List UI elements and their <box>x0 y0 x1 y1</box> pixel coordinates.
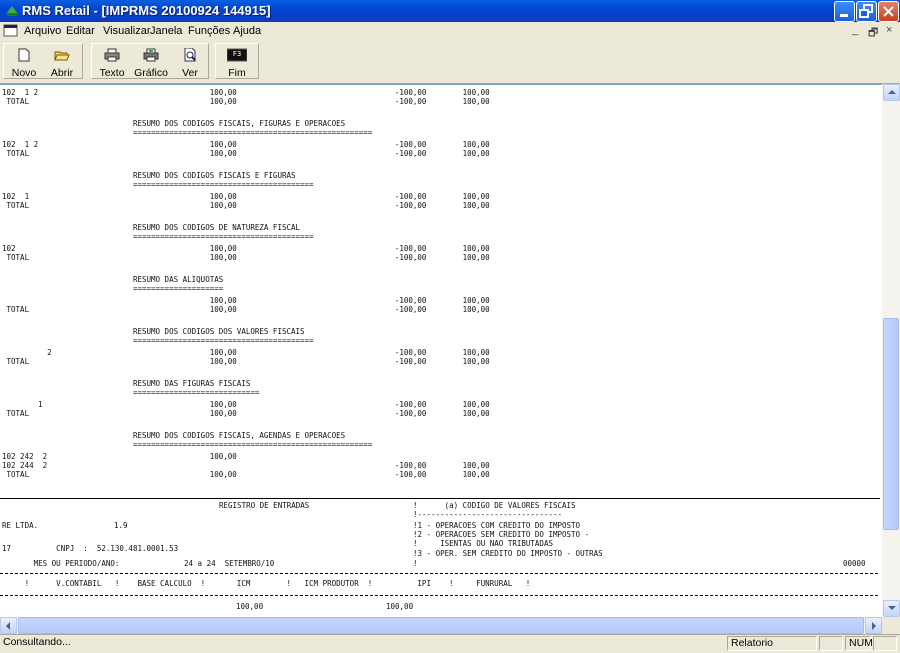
close-icon <box>883 6 894 17</box>
horizontal-scrollbar[interactable] <box>0 617 882 634</box>
ver-button[interactable]: Ver <box>172 46 208 80</box>
minimize-button[interactable] <box>834 1 855 22</box>
menu-bar: Arquivo Editar Visualizar Janela Funções… <box>0 22 900 40</box>
report-line: ============================ <box>2 388 260 397</box>
separator-line <box>0 498 880 499</box>
arrow-up-icon <box>888 90 896 94</box>
report-line: ======================================== <box>2 336 314 345</box>
column-header: ! V.CONTABIL ! BASE CALCULO ! ICM ! ICM … <box>2 579 531 588</box>
report-line: ========================================… <box>2 128 373 137</box>
page-number: 00000 <box>843 559 866 568</box>
company-code: 1.9 <box>114 521 128 530</box>
dash-line-bottom <box>0 595 880 596</box>
abrir-label: Abrir <box>50 67 74 79</box>
toolbar-group-file: Novo Abrir <box>3 43 83 79</box>
report-line: TOTAL 100,00 -100,00 100,00 <box>2 253 490 262</box>
scroll-thumb[interactable] <box>883 318 899 530</box>
report-line: ======================================== <box>2 180 314 189</box>
scroll-up-button[interactable] <box>883 84 900 101</box>
new-document-icon <box>18 48 30 62</box>
texto-label: Texto <box>99 67 125 79</box>
report-line: TOTAL 100,00 -100,00 100,00 <box>2 409 490 418</box>
report-line: TOTAL 100,00 -100,00 100,00 <box>2 201 490 210</box>
title-bar: RMS Retail - [IMPRMS 20100924 144915] <box>0 0 900 22</box>
scroll-right-button[interactable] <box>865 617 882 634</box>
minimize-icon <box>840 14 848 17</box>
report-line: TOTAL 100,00 -100,00 100,00 <box>2 470 490 479</box>
register-title: REGISTRO DE ENTRADAS <box>219 501 310 510</box>
menu-ajuda[interactable]: Ajuda <box>233 25 261 37</box>
menu-visualizar[interactable]: Visualizar <box>103 25 151 37</box>
maximize-button[interactable] <box>856 1 877 22</box>
status-num: NUM <box>845 636 873 651</box>
period-label: MES OU PERIODO/ANO: <box>2 559 120 568</box>
report-line: TOTAL 100,00 -100,00 100,00 <box>2 357 490 366</box>
fim-button[interactable]: F3 Fim <box>219 46 255 80</box>
report-line: ========================================… <box>2 440 373 449</box>
grafico-button[interactable]: Gráfico <box>132 46 170 80</box>
ver-label: Ver <box>182 67 198 79</box>
status-bar: Consultando... Relatorio NUM <box>0 634 900 653</box>
mdi-close-button[interactable]: × <box>886 24 892 36</box>
legend-item-2b: ! ISENTAS OU NAO TRIBUTADAS <box>413 539 553 548</box>
menu-editar[interactable]: Editar <box>66 25 95 37</box>
menu-arquivo[interactable]: Arquivo <box>24 25 61 37</box>
report-line: TOTAL 100,00 -100,00 100,00 <box>2 97 490 106</box>
texto-button[interactable]: Texto <box>94 46 130 80</box>
legend-item-3: !3 - OPER. SEM CREDITO DO IMPOSTO - OUTR… <box>413 549 603 558</box>
f3-key-label: F3 <box>232 50 242 58</box>
toolbar-group-print: Texto Gráfico Ver <box>91 43 209 79</box>
restore-icon <box>859 4 873 18</box>
printer-graphic-icon <box>143 48 159 62</box>
scroll-down-button[interactable] <box>883 600 900 617</box>
abrir-button[interactable]: Abrir <box>44 46 80 80</box>
novo-button[interactable]: Novo <box>6 46 42 80</box>
novo-label: Novo <box>11 67 37 79</box>
fim-label: Fim <box>228 67 246 79</box>
company-name: RE LTDA. <box>2 521 39 530</box>
menu-janela[interactable]: Janela <box>150 25 182 37</box>
arrow-left-icon <box>6 622 10 630</box>
arrow-right-icon <box>872 622 876 630</box>
status-message: Consultando... <box>3 636 71 648</box>
status-empty-pane <box>819 636 843 651</box>
document-icon[interactable] <box>3 23 18 38</box>
window-title: RMS Retail - [IMPRMS 20100924 144915] <box>22 3 271 18</box>
report-line: TOTAL 100,00 -100,00 100,00 <box>2 305 490 314</box>
scroll-corner <box>882 617 900 634</box>
dash-line-top <box>0 573 880 574</box>
total-value-2: 100,00 <box>386 602 414 611</box>
mdi-minimize-button[interactable]: _ <box>852 24 858 36</box>
toolbar: Novo Abrir Texto Gráfico Ver F3 Fim <box>0 40 900 84</box>
arrow-down-icon <box>888 606 896 610</box>
report-line: ==================== <box>2 284 224 293</box>
open-folder-icon <box>54 51 70 61</box>
legend-end: ! <box>413 559 418 568</box>
menu-funcoes[interactable]: Funções <box>188 25 230 37</box>
print-preview-icon <box>184 48 196 62</box>
close-button[interactable] <box>878 1 899 22</box>
vertical-scrollbar[interactable] <box>882 84 900 617</box>
cnpj-line: 17 CNPJ : 52.130.481.0001.53 <box>2 544 179 553</box>
app-icon <box>6 6 18 16</box>
hscroll-thumb[interactable] <box>18 617 864 634</box>
report-viewer[interactable]: 102 1 2 100,00 -100,00 100,00 TOTAL 100,… <box>0 84 882 618</box>
scroll-left-button[interactable] <box>0 617 17 634</box>
toolbar-group-exit: F3 Fim <box>215 43 259 79</box>
status-pane-end <box>873 636 897 651</box>
report-line: TOTAL 100,00 -100,00 100,00 <box>2 149 490 158</box>
period-value: 24 a 24 SETEMBRO/10 <box>184 559 275 568</box>
report-line: ======================================== <box>2 232 314 241</box>
grafico-label: Gráfico <box>134 67 168 79</box>
legend-separator: !-------------------------------- <box>413 510 563 519</box>
printer-icon <box>104 48 120 62</box>
total-value-1: 100,00 <box>236 602 264 611</box>
status-mode: Relatorio <box>727 636 817 651</box>
